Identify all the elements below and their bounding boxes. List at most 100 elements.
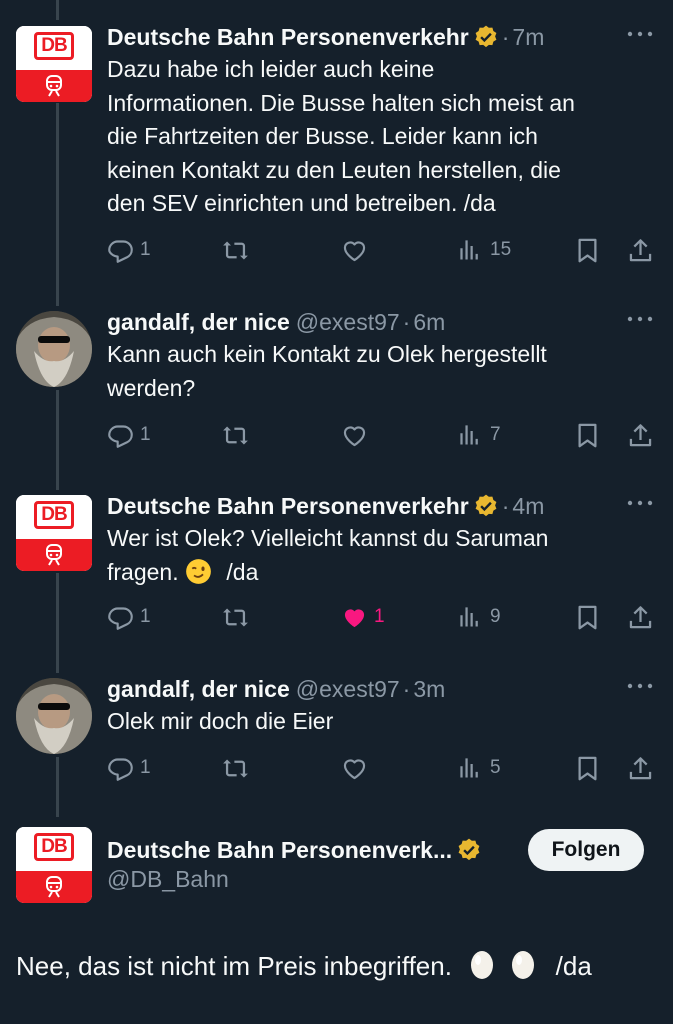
follow-button[interactable]: Folgen — [528, 829, 644, 871]
author-handle[interactable]: @exest97 — [296, 676, 400, 703]
db-logo: DB — [34, 32, 74, 60]
main-tweet-header: Deutsche Bahn Personenverk... — [107, 833, 482, 867]
timestamp[interactable]: 7m — [512, 24, 544, 51]
like-count: 1 — [374, 606, 385, 627]
verified-badge-icon — [473, 24, 499, 50]
action-bar: 1 15 — [107, 235, 657, 265]
bookmark-button[interactable] — [574, 602, 601, 632]
text-fragment: /da — [555, 951, 592, 981]
reply-count: 1 — [140, 757, 151, 778]
reply-button[interactable]: 1 — [107, 602, 151, 632]
more-icon[interactable] — [625, 497, 655, 509]
db-avatar[interactable]: DB — [16, 827, 92, 903]
timestamp[interactable]: 4m — [512, 493, 544, 520]
db-avatar[interactable]: DB — [16, 26, 92, 102]
share-button[interactable] — [627, 602, 654, 632]
tweet-header: gandalf, der nice @exest97 · 6m — [107, 305, 445, 339]
share-icon — [627, 755, 654, 782]
like-button[interactable]: 1 — [341, 602, 385, 632]
db-logo: DB — [34, 833, 74, 861]
db-avatar[interactable]: DB — [16, 495, 92, 571]
text-fragment: fragen. — [107, 558, 179, 585]
reply-button[interactable]: 1 — [107, 753, 151, 783]
gandalf-avatar[interactable] — [16, 311, 92, 387]
bookmark-icon — [574, 237, 601, 264]
reply-tweet[interactable]: DB Deutsche Bahn Personenverkehr · 4m We… — [0, 489, 673, 664]
view-count: 5 — [490, 757, 501, 778]
timestamp[interactable]: 6m — [413, 309, 445, 336]
author-name[interactable]: Deutsche Bahn Personenverkehr — [107, 493, 469, 520]
separator-dot: · — [501, 492, 510, 519]
text-line: Wer ist Olek? Vielleicht kannst du Sarum… — [107, 525, 549, 551]
views-button[interactable]: 9 — [457, 602, 501, 632]
view-count: 15 — [490, 239, 512, 260]
reply-tweet[interactable]: DB Deutsche Bahn Personenverkehr · 7m Da… — [0, 20, 673, 300]
bookmark-button[interactable] — [574, 235, 601, 265]
view-count: 9 — [490, 606, 501, 627]
author-name[interactable]: gandalf, der nice — [107, 309, 290, 336]
reply-button[interactable]: 1 — [107, 235, 151, 265]
views-button[interactable]: 5 — [457, 753, 501, 783]
train-icon — [44, 876, 64, 898]
reply-tweet[interactable]: gandalf, der nice @exest97 · 6m Kann auc… — [0, 305, 673, 480]
author-name[interactable]: Deutsche Bahn Personenverk... — [107, 837, 452, 864]
bookmark-button[interactable] — [574, 753, 601, 783]
tweet-text: Wer ist Olek? Vielleicht kannst du Sarum… — [107, 522, 652, 589]
like-icon — [341, 237, 368, 264]
reply-icon — [107, 604, 134, 631]
tweet-header: Deutsche Bahn Personenverkehr · 7m — [107, 20, 544, 54]
reply-tweet[interactable]: gandalf, der nice @exest97 · 3m Olek mir… — [0, 672, 673, 812]
text-line: den SEV einrichten und betreiben. /da — [107, 190, 496, 216]
like-button[interactable] — [341, 753, 368, 783]
gandalf-avatar[interactable] — [16, 678, 92, 754]
views-icon — [457, 422, 484, 449]
action-bar: 1 1 9 — [107, 602, 657, 632]
separator-dot: · — [501, 23, 510, 50]
views-button[interactable]: 7 — [457, 420, 501, 450]
text-line: Dazu habe ich leider auch keine — [107, 56, 435, 82]
more-icon[interactable] — [625, 680, 655, 692]
views-button[interactable]: 15 — [457, 235, 511, 265]
retweet-icon — [222, 237, 249, 264]
author-handle[interactable]: @DB_Bahn — [107, 866, 229, 893]
share-button[interactable] — [627, 235, 654, 265]
tweet-header: Deutsche Bahn Personenverkehr · 4m — [107, 489, 544, 523]
like-button[interactable] — [341, 420, 368, 450]
separator-dot: · — [402, 308, 411, 335]
bookmark-button[interactable] — [574, 420, 601, 450]
text-fragment: Nee, das ist nicht im Preis inbegriffen. — [16, 951, 452, 981]
retweet-button[interactable] — [222, 420, 249, 450]
like-icon — [341, 755, 368, 782]
reply-button[interactable]: 1 — [107, 420, 151, 450]
share-icon — [627, 422, 654, 449]
retweet-button[interactable] — [222, 753, 249, 783]
text-line: Olek mir doch die Eier — [107, 708, 334, 734]
retweet-button[interactable] — [222, 235, 249, 265]
text-line: Informationen. Die Busse halten sich mei… — [107, 89, 575, 116]
verified-badge-icon — [473, 493, 499, 519]
share-icon — [627, 237, 654, 264]
like-icon — [341, 422, 368, 449]
liked-heart-icon — [341, 604, 368, 631]
bookmark-icon — [574, 422, 601, 449]
bookmark-icon — [574, 604, 601, 631]
more-icon[interactable] — [625, 313, 655, 325]
share-button[interactable] — [627, 753, 654, 783]
like-button[interactable] — [341, 235, 368, 265]
timestamp[interactable]: 3m — [413, 676, 445, 703]
egg-icon — [512, 951, 535, 979]
text-line: fragen. /da — [107, 556, 652, 590]
retweet-icon — [222, 422, 249, 449]
text-line: werden? — [107, 374, 196, 401]
views-icon — [457, 755, 484, 782]
retweet-icon — [222, 604, 249, 631]
author-name[interactable]: gandalf, der nice — [107, 676, 290, 703]
bookmark-icon — [574, 755, 601, 782]
retweet-button[interactable] — [222, 602, 249, 632]
egg-icon — [471, 951, 494, 979]
share-button[interactable] — [627, 420, 654, 450]
more-icon[interactable] — [625, 28, 655, 40]
author-handle[interactable]: @exest97 — [296, 309, 400, 336]
views-icon — [457, 237, 484, 264]
author-name[interactable]: Deutsche Bahn Personenverkehr — [107, 24, 469, 51]
